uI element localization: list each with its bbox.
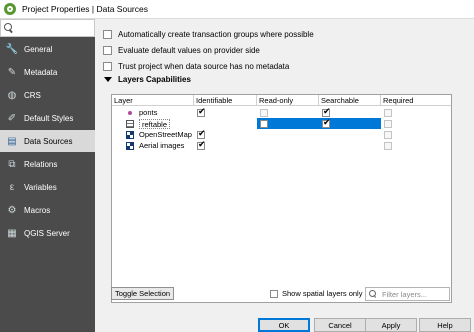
required-checkbox[interactable] [384, 108, 392, 117]
searchable-checkbox[interactable] [322, 107, 331, 117]
sidebar-item-label: Macros [24, 205, 51, 215]
section-title: Layers Capabilities [118, 75, 191, 84]
relations-icon: ⧉ [8, 158, 16, 170]
sidebar-item-default-styles[interactable]: ✐ Default Styles [0, 107, 95, 129]
cancel-button[interactable]: Cancel [314, 318, 366, 332]
column-header-read-only[interactable]: Read-only [257, 95, 319, 106]
column-header-searchable[interactable]: Searchable [319, 95, 381, 106]
option-evaluate-defaults[interactable]: Evaluate default values on provider side [103, 44, 260, 56]
column-header-required[interactable]: Required [381, 95, 451, 106]
window-title: Project Properties | Data Sources [22, 4, 148, 14]
sidebar-item-label: QGIS Server [24, 228, 70, 238]
option-label: Trust project when data source has no me… [118, 61, 290, 71]
required-checkbox[interactable] [384, 130, 392, 139]
data-sources-icon: ▤ [7, 135, 17, 147]
sidebar-item-label: Relations [24, 159, 58, 169]
transaction-groups-checkbox[interactable] [103, 29, 112, 39]
sidebar-item-qgis-server[interactable]: ▦ QGIS Server [0, 222, 95, 244]
layer-name: Aerial images [139, 141, 185, 150]
read-only-checkbox[interactable] [260, 108, 268, 117]
trust-project-checkbox[interactable] [103, 61, 112, 71]
searchable-checkbox[interactable] [322, 118, 331, 128]
show-spatial-only-checkbox[interactable] [270, 289, 278, 298]
sidebar: 🔧 General ✎ Metadata ◍ CRS ✐ Default Sty… [0, 19, 95, 332]
help-button[interactable]: Help [419, 318, 471, 332]
sidebar-item-label: General [24, 44, 53, 54]
option-transaction-groups[interactable]: Automatically create transaction groups … [103, 28, 314, 40]
table-row[interactable]: OpenStreetMap [112, 129, 451, 140]
variables-icon: ε [9, 181, 15, 193]
raster-layer-icon [126, 141, 134, 150]
filter-placeholder: Filter layers... [382, 289, 428, 299]
toggle-selection-button[interactable]: Toggle Selection [111, 287, 175, 300]
table-layer-icon [126, 119, 134, 128]
required-checkbox[interactable] [384, 141, 392, 150]
sidebar-item-label: Metadata [24, 67, 58, 77]
read-only-checkbox[interactable] [260, 119, 268, 128]
sidebar-item-data-sources[interactable]: ▤ Data Sources [0, 130, 95, 152]
macros-icon: ⚙ [7, 204, 17, 216]
search-icon [4, 23, 14, 33]
filter-layers-input[interactable]: Filter layers... [365, 287, 450, 301]
identifiable-checkbox[interactable] [197, 129, 206, 139]
globe-icon: ◍ [7, 89, 17, 101]
wrench-icon: 🔧 [5, 43, 19, 55]
table-row[interactable]: reftable [112, 118, 451, 129]
option-label: Evaluate default values on provider side [118, 45, 260, 55]
layers-capabilities-header[interactable]: Layers Capabilities [104, 75, 191, 84]
search-icon [369, 289, 378, 299]
sidebar-item-label: Default Styles [24, 113, 74, 123]
point-layer-icon [126, 109, 134, 117]
qgis-logo-icon [4, 3, 16, 15]
sidebar-item-label: Variables [24, 182, 57, 192]
styles-icon: ✐ [7, 112, 17, 124]
collapse-arrow-icon[interactable] [104, 77, 112, 82]
option-trust-project[interactable]: Trust project when data source has no me… [103, 60, 289, 72]
identifiable-checkbox[interactable] [197, 107, 206, 117]
option-label: Automatically create transaction groups … [118, 29, 314, 39]
dialog-button-bar: OK Cancel Apply Help [95, 316, 474, 332]
sidebar-item-label: Data Sources [24, 136, 73, 146]
table-row[interactable]: ponts [112, 107, 451, 118]
table-header: Layer Identifiable Read-only Searchable … [112, 95, 451, 106]
sidebar-item-macros[interactable]: ⚙ Macros [0, 199, 95, 221]
sidebar-search-input[interactable] [0, 19, 95, 37]
data-sources-panel: Automatically create transaction groups … [95, 19, 474, 316]
row-selection-highlight [257, 118, 381, 129]
evaluate-defaults-checkbox[interactable] [103, 45, 112, 55]
show-spatial-only-option[interactable]: Show spatial layers only [270, 289, 362, 298]
column-header-identifiable[interactable]: Identifiable [194, 95, 257, 106]
sidebar-item-metadata[interactable]: ✎ Metadata [0, 61, 95, 83]
sidebar-item-general[interactable]: 🔧 General [0, 38, 95, 60]
option-label: Show spatial layers only [282, 289, 363, 298]
layer-name: ponts [139, 108, 158, 117]
layer-name: reftable [139, 118, 171, 129]
vertical-scrollbar[interactable] [467, 19, 474, 316]
layer-name: OpenStreetMap [139, 130, 192, 139]
table-row[interactable]: Aerial images [112, 140, 451, 151]
apply-button[interactable]: Apply [365, 318, 417, 332]
column-header-layer[interactable]: Layer [112, 95, 194, 106]
identifiable-checkbox[interactable] [197, 140, 206, 150]
required-checkbox[interactable] [384, 119, 392, 128]
layer-capabilities-table: Layer Identifiable Read-only Searchable … [111, 94, 452, 303]
sidebar-item-label: CRS [24, 90, 41, 100]
sidebar-item-crs[interactable]: ◍ CRS [0, 84, 95, 106]
title-bar: Project Properties | Data Sources [0, 0, 474, 19]
raster-layer-icon [126, 130, 134, 139]
server-icon: ▦ [7, 227, 17, 239]
metadata-icon: ✎ [7, 66, 17, 78]
sidebar-item-variables[interactable]: ε Variables [0, 176, 95, 198]
sidebar-item-relations[interactable]: ⧉ Relations [0, 153, 95, 175]
ok-button[interactable]: OK [258, 318, 310, 332]
